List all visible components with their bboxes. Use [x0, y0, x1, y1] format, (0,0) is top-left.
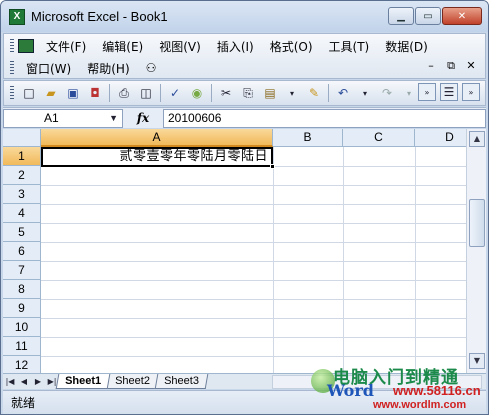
toolbar-end: » ☰ »	[416, 83, 482, 101]
menu-insert[interactable]: 插入(I)	[209, 38, 262, 55]
save-icon[interactable]: ▣	[64, 84, 82, 102]
menu-help[interactable]: 帮助(H)	[79, 60, 137, 77]
sheet-tab-label: Sheet2	[115, 375, 151, 387]
status-text: 就绪	[11, 396, 36, 410]
scroll-thumb[interactable]	[469, 199, 485, 247]
sheet-tab-1[interactable]: Sheet1	[55, 374, 111, 389]
menu-grip-icon[interactable]	[10, 39, 14, 53]
menu-data[interactable]: 数据(D)	[377, 38, 436, 55]
row-header-4[interactable]: 4	[3, 204, 41, 223]
row-header-9[interactable]: 9	[3, 299, 41, 318]
workbook-controls: – ⧉ ✕	[421, 59, 481, 73]
print-icon[interactable]: ⎙	[115, 84, 133, 102]
column-header-b[interactable]: B	[273, 129, 343, 147]
excel-app-icon[interactable]: X	[9, 8, 25, 25]
row-header-3[interactable]: 3	[3, 185, 41, 204]
scroll-down-icon[interactable]: ▼	[469, 353, 485, 369]
toolbar-grip-icon[interactable]	[10, 86, 14, 100]
spelling-icon[interactable]: ✓	[166, 84, 184, 102]
glasses-icon[interactable]: ⚇	[138, 61, 165, 75]
copy-icon[interactable]: ⎘	[239, 84, 257, 102]
vertical-scrollbar[interactable]: ▲ ▼	[466, 129, 486, 373]
column-header-c[interactable]: C	[343, 129, 415, 147]
sheet-tab-3[interactable]: Sheet3	[154, 374, 209, 389]
undo-icon[interactable]: ↶	[334, 84, 352, 102]
status-bar: 就绪	[3, 390, 486, 414]
paste-icon[interactable]: ▤	[261, 84, 279, 102]
close-icon: ✕	[457, 10, 467, 22]
sheet-tab-bar: |◀ ◀ ▶ ▶| Sheet1 Sheet2 Sheet3	[3, 373, 486, 389]
row-header-8[interactable]: 8	[3, 280, 41, 299]
permission-icon[interactable]: ◘	[86, 84, 104, 102]
formula-bar: A1 ▼ fx 20100606	[3, 107, 486, 128]
workbook-close-icon[interactable]: ✕	[461, 59, 481, 73]
row-header-1[interactable]: 1	[3, 147, 41, 166]
first-sheet-icon[interactable]: |◀	[3, 377, 17, 386]
menu-window[interactable]: 窗口(W)	[18, 60, 79, 77]
cut-icon[interactable]: ✂	[217, 84, 235, 102]
toolbar-options-icon[interactable]: »	[462, 83, 480, 101]
standard-toolbar: □ ▰ ▣ ◘ ⎙ ◫ ✓ ◉ ✂ ⎘ ▤ ▾ ✎ ↶ ▾ ↷ ▾ » ☰ »	[3, 80, 486, 106]
column-header-a[interactable]: A	[41, 129, 273, 147]
sheet-tab-2[interactable]: Sheet2	[105, 374, 160, 389]
format-painter-icon[interactable]: ✎	[305, 84, 323, 102]
sheet-tab-label: Sheet1	[65, 375, 102, 387]
row-header-5[interactable]: 5	[3, 223, 41, 242]
title-bar: X Microsoft Excel - Book1 ▁ ▭ ✕	[1, 1, 488, 32]
print-preview-icon[interactable]: ◫	[137, 84, 155, 102]
menu-bar: 文件(F) 编辑(E) 视图(V) 插入(I) 格式(O) 工具(T) 数据(D…	[3, 33, 486, 79]
paste-dropdown-icon[interactable]: ▾	[283, 84, 301, 102]
fill-handle[interactable]	[270, 164, 275, 169]
menu-format[interactable]: 格式(O)	[262, 38, 321, 55]
row-header-7[interactable]: 7	[3, 261, 41, 280]
name-box[interactable]: A1 ▼	[3, 108, 123, 128]
name-box-value: A1	[44, 111, 59, 125]
menu-edit[interactable]: 编辑(E)	[94, 38, 151, 55]
horizontal-scrollbar[interactable]	[272, 374, 482, 389]
menu-tools[interactable]: 工具(T)	[321, 38, 378, 55]
close-button[interactable]: ✕	[442, 7, 482, 25]
next-sheet-icon[interactable]: ▶	[31, 377, 45, 386]
minimize-button[interactable]: ▁	[388, 7, 414, 25]
column-header-d[interactable]: D	[415, 129, 466, 147]
chevron-down-icon[interactable]: ▼	[109, 110, 118, 127]
window-title: Microsoft Excel - Book1	[31, 9, 168, 24]
formula-input[interactable]: 20100606	[163, 108, 486, 128]
cell-a1[interactable]: 贰零壹零年零陆月零陆日	[41, 147, 273, 167]
row-header-6[interactable]: 6	[3, 242, 41, 261]
new-icon[interactable]: □	[20, 84, 38, 102]
menu-row-primary: 文件(F) 编辑(E) 视图(V) 插入(I) 格式(O) 工具(T) 数据(D…	[4, 35, 436, 57]
redo-icon[interactable]: ↷	[378, 84, 396, 102]
row-header-12[interactable]: 12	[3, 356, 41, 373]
select-all-corner[interactable]	[3, 129, 41, 147]
menu-grip-icon[interactable]	[10, 61, 14, 75]
row-header-10[interactable]: 10	[3, 318, 41, 337]
minimize-icon: ▁	[397, 10, 405, 22]
window-controls: ▁ ▭ ✕	[387, 7, 482, 25]
worksheet-grid[interactable]: A B C D 1 2 3 4 5 6 7 8 9 10 11 12 贰零壹零年…	[3, 129, 466, 373]
row-header-2[interactable]: 2	[3, 166, 41, 185]
workbook-restore-icon[interactable]: ⧉	[441, 59, 461, 73]
menu-row-secondary: 窗口(W) 帮助(H) ⚇	[4, 57, 164, 79]
align-icon[interactable]: ☰	[440, 83, 458, 101]
insert-function-icon[interactable]: fx	[123, 111, 163, 125]
toolbar-options-icon[interactable]: »	[418, 83, 436, 101]
undo-dropdown-icon[interactable]: ▾	[356, 84, 374, 102]
sheet-tab-label: Sheet3	[164, 375, 199, 387]
maximize-icon: ▭	[423, 10, 433, 22]
workbook-icon[interactable]	[18, 39, 34, 53]
excel-window: X Microsoft Excel - Book1 ▁ ▭ ✕ 文件(F) 编辑…	[0, 0, 489, 415]
prev-sheet-icon[interactable]: ◀	[17, 377, 31, 386]
maximize-button[interactable]: ▭	[415, 7, 441, 25]
research-icon[interactable]: ◉	[188, 84, 206, 102]
row-header-11[interactable]: 11	[3, 337, 41, 356]
workbook-minimize-icon[interactable]: –	[421, 59, 441, 73]
menu-view[interactable]: 视图(V)	[151, 38, 209, 55]
menu-file[interactable]: 文件(F)	[38, 38, 94, 55]
scroll-up-icon[interactable]: ▲	[469, 131, 485, 147]
open-icon[interactable]: ▰	[42, 84, 60, 102]
